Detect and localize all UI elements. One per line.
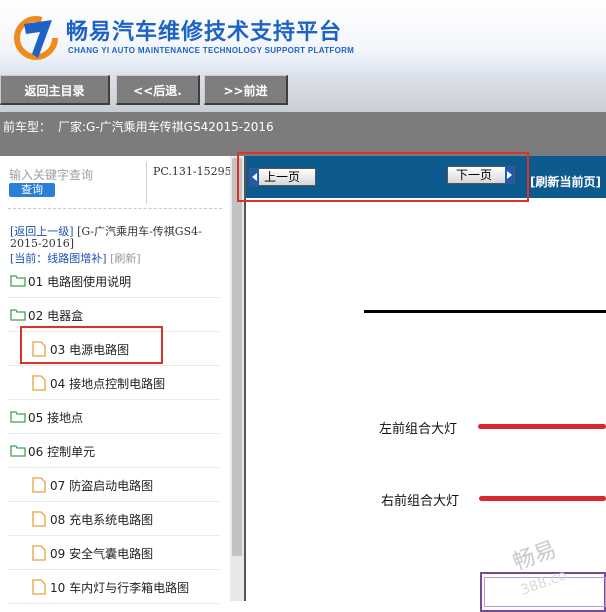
back-button[interactable]: <<后退.: [116, 75, 200, 105]
tree-item-05[interactable]: 05 接地点: [8, 400, 220, 434]
file-icon: [32, 579, 46, 595]
diagram-viewer: [244, 156, 606, 601]
highlight-box-page-buttons: [237, 152, 529, 202]
tree-item-label: 09 安全气囊电路图: [50, 547, 154, 561]
diagram-wire-red: [478, 424, 606, 429]
breadcrumb: [返回上一级] [G-广汽乘用车-传祺GS4-2015-2016]: [10, 226, 225, 250]
file-icon: [32, 545, 46, 561]
diagram-wire-red: [479, 496, 606, 501]
folder-icon: [10, 445, 26, 457]
tree-item-08[interactable]: 08 充电系统电路图: [8, 502, 220, 536]
tree-item-label: 02 电器盒: [28, 309, 84, 323]
tree-item-04[interactable]: 04 接地点控制电路图: [8, 366, 220, 400]
folder-icon: [10, 275, 26, 287]
tree-item-label: 05 接地点: [28, 411, 84, 425]
tree-item-07[interactable]: 07 防盗启动电路图: [8, 468, 220, 502]
vehicle-model-bar: 前车型： 厂家:G-广汽乘用车传祺GS42015-2016: [0, 112, 606, 156]
model-value: 厂家:G-广汽乘用车传祺GS42015-2016: [58, 120, 274, 134]
tree-item-06[interactable]: 06 控制单元: [8, 434, 220, 468]
tree-item-label: 07 防盗启动电路图: [50, 479, 154, 493]
tree-item-label: 10 车内灯与行李箱电路图: [50, 581, 190, 595]
brand-title: 畅易汽车维修技术支持平台: [66, 20, 343, 45]
tree-item-09[interactable]: 09 安全气囊电路图: [8, 536, 220, 570]
file-icon: [32, 375, 46, 391]
component-label-right-headlamp: 右前组合大灯: [381, 494, 460, 509]
changyi-logo-icon: [14, 16, 58, 60]
sidebar: 查询 PC.131-15295 [返回上一级] [G-广汽乘用车-传祺GS4-2…: [0, 156, 232, 604]
search-input[interactable]: [9, 168, 139, 182]
pc-code-box: PC.131-15295: [146, 162, 232, 204]
search-button[interactable]: 查询: [9, 183, 55, 197]
sidebar-scrollbar-thumb[interactable]: [232, 158, 242, 556]
refresh-page-link[interactable]: [刷新当前页]: [530, 173, 601, 190]
app-header: 畅易汽车维修技术支持平台 CHANG YI AUTO MAINTENANCE T…: [0, 0, 606, 72]
folder-icon: [10, 309, 26, 321]
file-icon: [32, 511, 46, 527]
highlight-box-selected-item: [20, 326, 163, 364]
forward-button[interactable]: >>前进: [204, 75, 288, 105]
file-icon: [32, 477, 46, 493]
divider: [8, 208, 222, 209]
tree-item-label: 06 控制单元: [28, 445, 96, 459]
model-label: 前车型：: [3, 120, 52, 134]
tree-item-label: 08 充电系统电路图: [50, 513, 154, 527]
tree-item-10[interactable]: 10 车内灯与行李箱电路图: [8, 570, 220, 604]
tree-item-label: 04 接地点控制电路图: [50, 377, 166, 391]
diagram-wire-black: [364, 310, 606, 313]
folder-icon: [10, 411, 26, 423]
brand-subtitle: CHANG YI AUTO MAINTENANCE TECHNOLOGY SUP…: [68, 46, 355, 55]
component-label-left-headlamp: 左前组合大灯: [379, 422, 458, 437]
tree-item-label: 01 电路图使用说明: [28, 275, 132, 289]
tree-item-01[interactable]: 01 电路图使用说明: [8, 264, 220, 298]
home-button[interactable]: 返回主目录: [0, 75, 110, 105]
pc-code: PC.131-15295: [153, 165, 232, 178]
